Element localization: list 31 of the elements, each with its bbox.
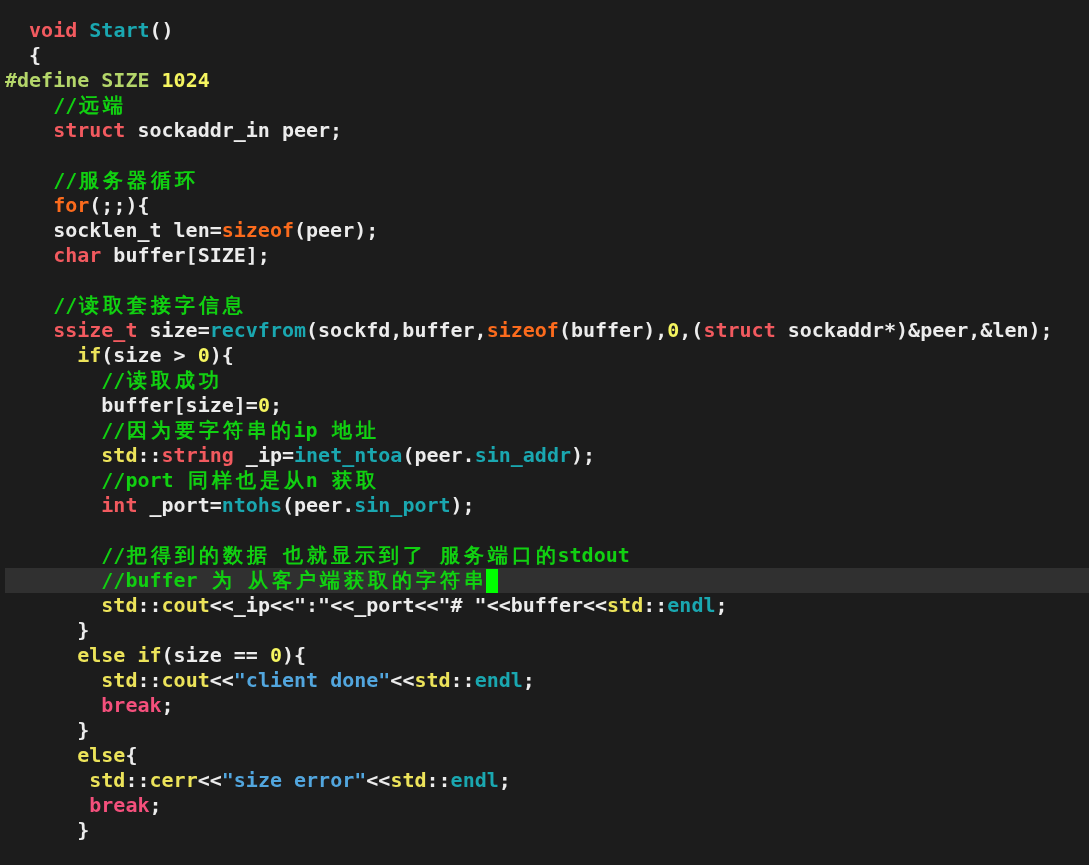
code-line: } [76,618,90,643]
code-line: #define SIZE 1024 [5,68,210,93]
code-line: { [28,43,42,68]
code-comment: //把得到的数据 也就显示到了 服务端口的stdout [100,543,630,568]
code-line: void Start() [28,18,174,43]
code-comment: //服务器循环 [52,168,197,193]
code-line: std::cerr<<"size error"<<std::endl; [88,768,511,793]
code-line: char buffer[SIZE]; [52,243,270,268]
code-line: std::cout<<"client done"<<std::endl; [100,668,535,693]
code-line: buffer[size]=0; [100,393,282,418]
code-comment: //读取套接字信息 [52,293,245,318]
code-line: else{ [76,743,138,768]
code-line: int _port=ntohs(peer.sin_port); [100,493,475,518]
text-cursor [485,568,498,593]
code-comment: //buffer 为 从客户端获取的字符串 [100,568,485,593]
code-comment: //读取成功 [100,368,221,393]
code-line: std::string _ip=inet_ntoa(peer.sin_addr); [100,443,596,468]
code-line: if(size > 0){ [76,343,234,368]
code-line: break; [100,693,174,718]
code-line: break; [88,793,162,818]
code-comment: //port 同样也是从n 获取 [100,468,377,493]
code-line: std::cout<<_ip<<":"<<_port<<"# "<<buffer<<std::endl; [100,593,728,618]
code-line: struct sockaddr_in peer; [52,118,343,143]
code-line: socklen_t len=sizeof(peer); [52,218,379,243]
code-line: for(;;){ [52,193,150,218]
code-line: } [76,818,90,843]
code-comment: //远端 [52,93,125,118]
code-comment: //因为要字符串的ip 地址 [100,418,377,443]
code-line: ssize_t size=recvfrom(sockfd,buffer,sizeof(buffer),0,(struct sockaddr*)&peer,&len); [52,318,1053,343]
code-line: } [76,718,90,743]
code-line: else if(size == 0){ [76,643,307,668]
